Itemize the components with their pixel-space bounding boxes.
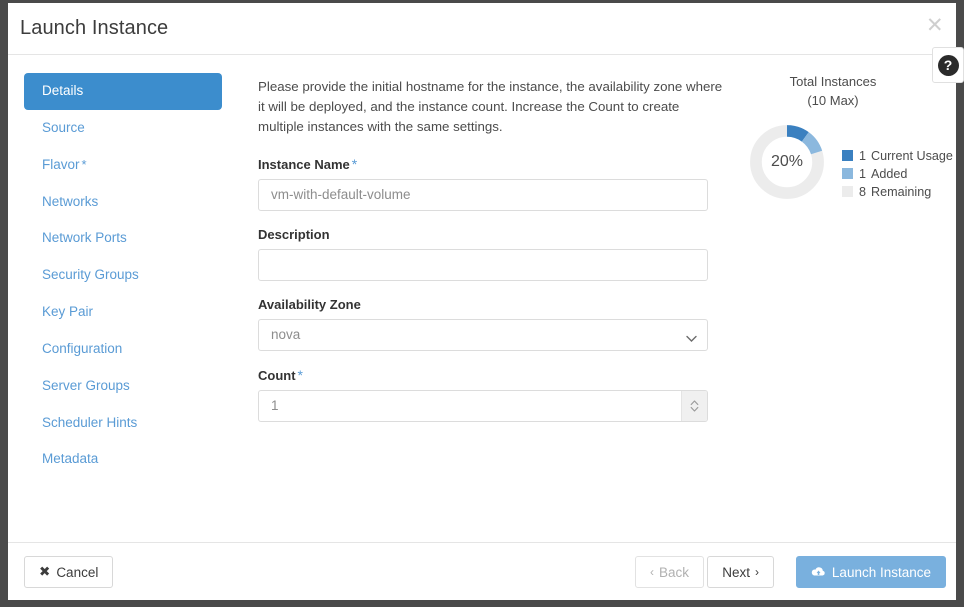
modal-footer: ✖ Cancel ‹ Back Next › Launch Instance	[8, 542, 956, 600]
quota-panel: Total Instances (10 Max) 20% 1 Current U…	[738, 73, 953, 211]
legend-label: Added	[871, 166, 908, 181]
sidebar-item-label: Details	[42, 83, 84, 98]
instance-name-label: Instance Name *	[258, 156, 718, 172]
legend-value: 1	[859, 166, 867, 181]
count-label: Count *	[258, 367, 718, 383]
legend-label: Remaining	[871, 184, 932, 199]
close-icon[interactable]: ✕	[920, 13, 946, 39]
availability-zone-select[interactable]: nova	[258, 318, 708, 351]
field-instance-name: Instance Name *	[258, 156, 718, 211]
sidebar-item-source[interactable]: Source	[24, 110, 222, 147]
chevron-left-icon: ‹	[649, 565, 654, 579]
legend-swatch-icon	[842, 168, 853, 180]
legend-item-remaining: 8 Remaining	[842, 185, 953, 199]
sidebar-item-label: Source	[42, 119, 85, 135]
sidebar-item-flavor[interactable]: Flavor *	[24, 147, 222, 184]
instance-name-label-text: Instance Name	[258, 156, 350, 172]
screen-frame: Launch Instance ✕ ? Details Source Flavo…	[0, 0, 964, 607]
description-label: Description	[258, 226, 330, 242]
sidebar-item-network-ports[interactable]: Network Ports	[24, 220, 222, 257]
sidebar-item-label: Key Pair	[42, 304, 94, 320]
sidebar-item-server-groups[interactable]: Server Groups	[24, 368, 222, 405]
next-button-label: Next	[722, 564, 750, 580]
launch-instance-button-label: Launch Instance	[831, 564, 931, 580]
wizard-nav: Details Source Flavor * Networks Network …	[8, 55, 238, 478]
legend-label: Current Usage	[871, 148, 953, 163]
donut-chart-row: 20% 1 Current Usage 1 Added 8 Remaining	[738, 121, 953, 211]
sidebar-item-label: Security Groups	[42, 267, 139, 283]
question-mark-icon: ?	[937, 54, 959, 76]
pane-description: Please provide the initial hostname for …	[258, 79, 723, 135]
sidebar-item-label: Configuration	[42, 340, 123, 356]
legend-item-added: 1 Added	[842, 167, 953, 181]
back-button-label: Back	[658, 564, 689, 580]
cancel-button-label: Cancel	[56, 564, 99, 580]
availability-zone-label: Availability Zone	[258, 296, 361, 312]
cloud-upload-icon	[811, 566, 826, 578]
field-description: Description	[258, 227, 718, 281]
chevron-right-icon: ›	[755, 565, 759, 579]
sidebar-item-configuration[interactable]: Configuration	[24, 331, 222, 368]
count-label-text: Count	[258, 367, 296, 383]
legend-swatch-icon	[842, 186, 853, 198]
page-title: Launch Instance	[20, 17, 169, 39]
legend-swatch-icon	[842, 150, 853, 162]
chart-legend: 1 Current Usage 1 Added 8 Remaining	[842, 149, 953, 203]
field-availability-zone: Availability Zone nova	[258, 297, 718, 351]
sidebar-item-scheduler-hints[interactable]: Scheduler Hints	[24, 405, 222, 442]
close-x-icon: ✖	[39, 564, 51, 579]
quantity-stepper[interactable]	[681, 390, 707, 421]
sidebar-item-networks[interactable]: Networks	[24, 184, 222, 221]
sidebar-item-key-pair[interactable]: Key Pair	[24, 294, 222, 331]
sidebar-item-label: Metadata	[42, 451, 99, 467]
quota-title-line1: Total Instances	[789, 74, 877, 89]
sidebar-item-details[interactable]: Details	[24, 73, 222, 110]
description-input[interactable]	[258, 248, 708, 281]
required-marker: *	[81, 156, 87, 172]
sidebar-item-label: Networks	[42, 193, 99, 209]
cancel-button[interactable]: ✖ Cancel	[24, 556, 114, 588]
sidebar-item-security-groups[interactable]: Security Groups	[24, 257, 222, 294]
quota-title: Total Instances (10 Max)	[738, 73, 928, 111]
field-count: Count *	[258, 367, 718, 422]
details-form: Please provide the initial hostname for …	[258, 55, 722, 438]
legend-value: 1	[859, 148, 867, 163]
launch-instance-modal: Launch Instance ✕ ? Details Source Flavo…	[8, 3, 964, 600]
legend-value: 8	[859, 184, 867, 199]
sidebar-item-label: Server Groups	[42, 377, 130, 393]
instance-name-input[interactable]	[258, 178, 708, 211]
sidebar-item-label: Flavor	[42, 156, 80, 172]
count-wrap	[258, 389, 708, 422]
next-button[interactable]: Next ›	[707, 556, 774, 588]
back-button[interactable]: ‹ Back	[634, 556, 704, 588]
donut-center-percent: 20%	[770, 152, 804, 170]
availability-zone-wrap: nova	[258, 318, 708, 351]
sidebar-item-label: Network Ports	[42, 230, 127, 246]
required-marker: *	[297, 366, 303, 383]
quota-title-line2: (10 Max)	[807, 92, 859, 108]
required-marker: *	[351, 155, 358, 172]
count-input[interactable]	[258, 389, 708, 422]
legend-item-current-usage: 1 Current Usage	[842, 149, 953, 163]
stepper-arrows-icon	[690, 400, 699, 412]
modal-header: Launch Instance ✕	[8, 3, 956, 55]
sidebar-item-metadata[interactable]: Metadata	[24, 441, 222, 478]
help-button[interactable]: ?	[932, 47, 964, 83]
launch-instance-button[interactable]: Launch Instance	[795, 556, 946, 588]
modal-body: Details Source Flavor * Networks Network …	[8, 55, 956, 542]
sidebar-item-label: Scheduler Hints	[42, 414, 138, 430]
